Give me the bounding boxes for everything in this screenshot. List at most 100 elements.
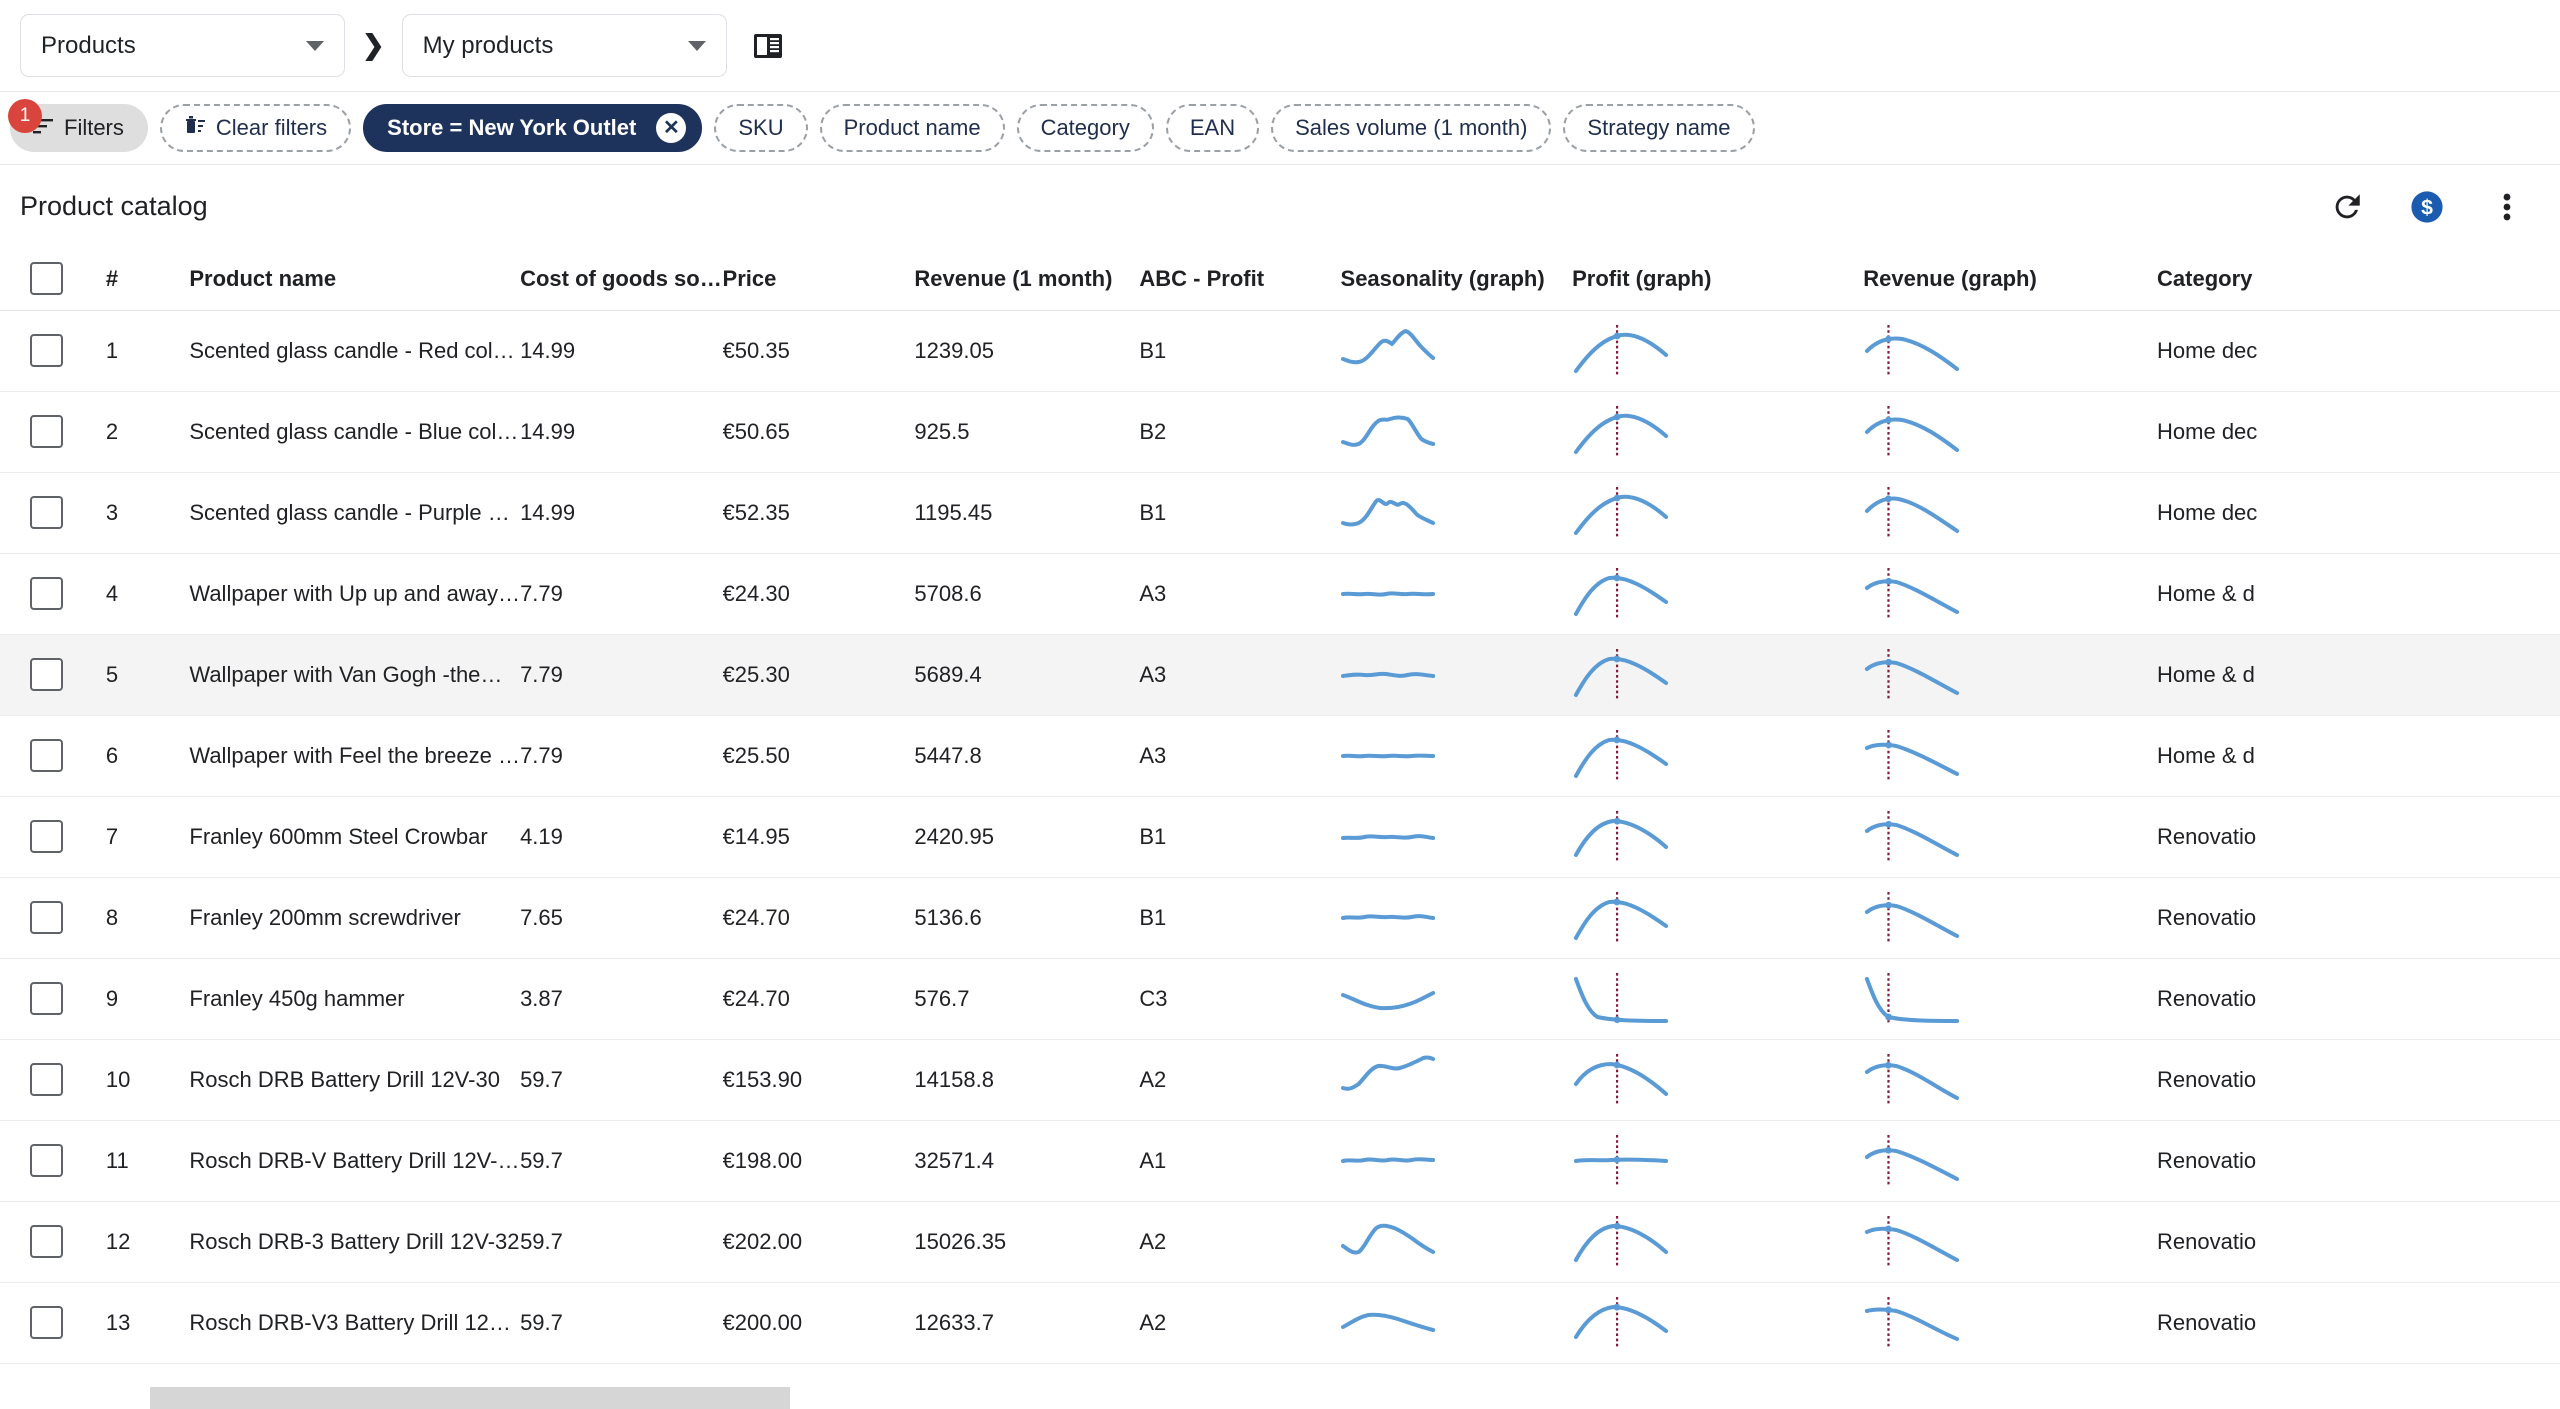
row-product-name[interactable]: Scented glass candle - Purple colour [169,472,521,554]
column-header-profit-graph[interactable]: Profit (graph) [1572,248,1864,311]
row-revenue-graph[interactable] [1863,796,2158,878]
filters-button[interactable]: 1 Filters [8,99,148,152]
row-product-name[interactable]: Rosch DRB-3 Battery Drill 12V-32 [169,1201,521,1283]
row-checkbox[interactable] [30,820,63,853]
row-profit-graph[interactable] [1572,1201,1864,1283]
row-select-cell[interactable] [0,1201,106,1283]
select-all-checkbox[interactable] [30,262,63,296]
horizontal-scrollbar-thumb[interactable] [150,1387,790,1409]
row-product-name[interactable]: Scented glass candle - Red colour [169,310,521,392]
row-seasonality-graph[interactable] [1340,472,1573,554]
row-profit-graph[interactable] [1572,391,1864,473]
row-seasonality-graph[interactable] [1340,310,1573,392]
row-profit-graph[interactable] [1572,1120,1864,1202]
row-select-cell[interactable] [0,796,106,878]
product-table-container[interactable]: # Product name Cost of goods sold (pu Pr… [0,248,2560,1409]
row-select-cell[interactable] [0,1039,106,1121]
row-product-name[interactable]: Wallpaper with Feel the breeze -theme in… [169,715,521,797]
row-seasonality-graph[interactable] [1340,634,1573,716]
row-checkbox[interactable] [30,901,63,934]
row-product-name[interactable]: Franley 450g hammer [169,958,521,1040]
currency-dollar-icon[interactable]: $ [2408,188,2446,226]
row-product-name[interactable]: Franley 200mm screwdriver [169,877,521,959]
filter-chip-sku[interactable]: SKU [714,104,808,152]
filter-chip-ean[interactable]: EAN [1165,104,1260,152]
table-row[interactable]: 11 Rosch DRB-V Battery Drill 12V-31 59.7 €1… [0,1120,2560,1202]
row-select-cell[interactable] [0,1120,106,1202]
close-icon[interactable]: ✕ [656,113,687,143]
breadcrumb-select-products[interactable]: Products [20,14,345,77]
row-profit-graph[interactable] [1572,715,1864,797]
table-row[interactable]: 13 Rosch DRB-V3 Battery Drill 12V-33 59.7 €… [0,1282,2560,1364]
table-row[interactable]: 3 Scented glass candle - Purple colour 14.… [0,472,2560,554]
column-header-index[interactable]: # [105,248,170,311]
row-seasonality-graph[interactable] [1340,958,1573,1040]
row-checkbox[interactable] [30,982,63,1015]
clear-filters-button[interactable]: Clear filters [159,104,352,152]
row-product-name[interactable]: Franley 600mm Steel Crowbar [169,796,521,878]
row-profit-graph[interactable] [1572,1282,1864,1364]
row-select-cell[interactable] [0,958,106,1040]
table-row[interactable]: 1 Scented glass candle - Red colour 14.99 €… [0,310,2560,392]
column-header-revenue[interactable]: Revenue (1 month) [914,248,1140,311]
table-row[interactable]: 8 Franley 200mm screwdriver 7.65 €24.70 5136… [0,877,2560,959]
row-revenue-graph[interactable] [1863,472,2158,554]
row-select-cell[interactable] [0,310,106,392]
row-checkbox[interactable] [30,415,63,448]
more-vertical-icon[interactable] [2488,188,2526,226]
column-header-seasonality[interactable]: Seasonality (graph) [1340,248,1573,311]
row-profit-graph[interactable] [1572,553,1864,635]
table-row[interactable]: 5Wallpaper with Van Gogh -theme in 11m r… [0,634,2560,716]
table-row[interactable]: 9 Franley 450g hammer 3.87 €24.70 576.7 C3 Ren… [0,958,2560,1040]
refresh-icon[interactable] [2328,188,2366,226]
row-select-cell[interactable] [0,715,106,797]
row-profit-graph[interactable] [1572,472,1864,554]
row-select-cell[interactable] [0,877,106,959]
row-select-cell[interactable] [0,1282,106,1364]
row-seasonality-graph[interactable] [1340,796,1573,878]
row-revenue-graph[interactable] [1863,715,2158,797]
row-seasonality-graph[interactable] [1340,1282,1573,1364]
row-revenue-graph[interactable] [1863,391,2158,473]
horizontal-scrollbar[interactable] [0,1387,2560,1409]
row-product-name[interactable]: Wallpaper with Up up and away -theme in … [169,553,521,635]
row-profit-graph[interactable] [1572,634,1864,716]
panel-toggle-icon[interactable] [753,33,783,59]
table-row[interactable]: 6Wallpaper with Feel the breeze -theme i… [0,715,2560,797]
filter-chip-product-name[interactable]: Product name [819,104,1005,152]
row-revenue-graph[interactable] [1863,1201,2158,1283]
row-product-name[interactable]: Wallpaper with Van Gogh -theme in 11m ro… [169,634,521,716]
row-revenue-graph[interactable] [1863,553,2158,635]
table-row[interactable]: 2 Scented glass candle - Blue colour 14.99… [0,391,2560,473]
row-checkbox[interactable] [30,496,63,529]
row-profit-graph[interactable] [1572,877,1864,959]
row-checkbox[interactable] [30,577,63,610]
row-select-cell[interactable] [0,634,106,716]
filter-chip-strategy-name[interactable]: Strategy name [1563,104,1755,152]
row-revenue-graph[interactable] [1863,1282,2158,1364]
column-header-category[interactable]: Category [2157,248,2422,311]
row-checkbox[interactable] [30,658,63,691]
row-select-cell[interactable] [0,391,106,473]
row-checkbox[interactable] [30,1225,63,1258]
row-profit-graph[interactable] [1572,958,1864,1040]
row-seasonality-graph[interactable] [1340,715,1573,797]
filter-chip-store[interactable]: Store = New York Outlet ✕ [363,104,703,152]
row-revenue-graph[interactable] [1863,958,2158,1040]
row-seasonality-graph[interactable] [1340,877,1573,959]
row-seasonality-graph[interactable] [1340,391,1573,473]
table-row[interactable]: 10 Rosch DRB Battery Drill 12V-30 59.7 €153… [0,1039,2560,1121]
row-seasonality-graph[interactable] [1340,1039,1573,1121]
row-checkbox[interactable] [30,1063,63,1096]
row-product-name[interactable]: Rosch DRB-V3 Battery Drill 12V-33 [169,1282,521,1364]
column-header-cogs[interactable]: Cost of goods sold (pu [520,248,723,311]
table-row[interactable]: 4Wallpaper with Up up and away -theme in… [0,553,2560,635]
column-header-revenue-graph[interactable]: Revenue (graph) [1863,248,2158,311]
row-revenue-graph[interactable] [1863,1039,2158,1121]
row-checkbox[interactable] [30,739,63,772]
filter-chip-sales-volume[interactable]: Sales volume (1 month) [1271,104,1552,152]
row-revenue-graph[interactable] [1863,877,2158,959]
column-header-price[interactable]: Price [722,248,915,311]
row-revenue-graph[interactable] [1863,310,2158,392]
row-seasonality-graph[interactable] [1340,1120,1573,1202]
